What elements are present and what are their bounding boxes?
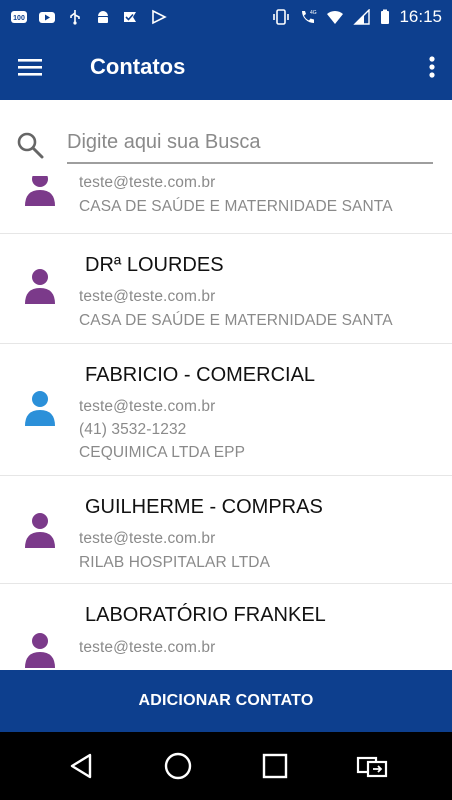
person-icon — [25, 513, 55, 548]
add-contact-button[interactable]: ADICIONAR CONTATO — [0, 670, 452, 732]
status-bar: 100 4G 16:15 — [0, 0, 452, 34]
status-left-icons: 100 — [10, 9, 168, 25]
contact-name: FABRICIO - COMERCIAL — [85, 364, 316, 386]
contact-company: CEQUIMICA LTDA EPP — [79, 444, 246, 461]
usb-icon — [70, 10, 80, 25]
contact-company: RILAB HOSPITALAR LTDA — [79, 554, 271, 571]
notification-100-icon: 100 — [11, 11, 27, 23]
more-vert-icon — [429, 56, 435, 78]
network-label: 4G — [310, 10, 317, 16]
play-store-icon — [152, 9, 167, 25]
system-nav-bar — [0, 732, 452, 800]
person-icon — [25, 269, 55, 304]
screen-switch-icon — [356, 756, 387, 778]
contact-email: teste@teste.com.br — [79, 288, 216, 305]
contact-item[interactable]: teste@teste.com.br CASA DE SAÚDE E MATER… — [0, 176, 452, 234]
contact-email: teste@teste.com.br — [79, 639, 216, 656]
call-icon: 4G — [302, 10, 317, 23]
home-button[interactable] — [156, 744, 200, 788]
recents-square-icon — [262, 753, 287, 779]
recents-button[interactable] — [253, 744, 297, 788]
check-flag-icon — [124, 12, 136, 22]
contact-name: DRª LOURDES — [85, 254, 224, 276]
hamburger-menu-icon — [18, 59, 42, 76]
person-icon — [25, 633, 55, 668]
contact-name: LABORATÓRIO FRANKEL — [85, 604, 326, 626]
search-input[interactable] — [67, 128, 433, 164]
contact-item[interactable]: FABRICIO - COMERCIAL teste@teste.com.br … — [0, 344, 452, 476]
contact-list[interactable]: teste@teste.com.br CASA DE SAÚDE E MATER… — [0, 176, 452, 670]
contact-email: teste@teste.com.br — [79, 398, 216, 415]
hamburger-menu-button[interactable] — [0, 34, 60, 100]
back-triangle-icon — [70, 753, 91, 779]
home-circle-icon — [164, 752, 191, 780]
screen-switch-button[interactable] — [350, 744, 394, 788]
vibrate-icon — [273, 9, 290, 25]
search-icon[interactable] — [16, 131, 44, 159]
contact-email: teste@teste.com.br — [79, 176, 216, 191]
overflow-menu-button[interactable] — [412, 34, 452, 100]
contact-item[interactable]: LABORATÓRIO FRANKEL teste@teste.com.br — [0, 584, 452, 670]
app-bar: Contatos — [0, 34, 452, 100]
contact-item[interactable]: GUILHERME - COMPRAS teste@teste.com.br R… — [0, 476, 452, 584]
contact-phone: (41) 3532-1232 — [79, 421, 187, 438]
contact-email: teste@teste.com.br — [79, 530, 216, 547]
contact-item[interactable]: DRª LOURDES teste@teste.com.br CASA DE S… — [0, 234, 452, 344]
android-icon — [98, 11, 108, 23]
contact-company: CASA DE SAÚDE E MATERNIDADE SANTA — [79, 312, 393, 329]
person-icon — [25, 176, 55, 206]
status-time: 16:15 — [399, 7, 442, 26]
back-button[interactable] — [59, 744, 103, 788]
person-icon — [25, 391, 55, 426]
battery-icon — [381, 9, 390, 24]
signal-icon — [353, 9, 371, 25]
contact-name: GUILHERME - COMPRAS — [85, 496, 323, 518]
page-title: Contatos — [90, 54, 186, 79]
search-bar — [0, 100, 452, 176]
status-right-icons: 4G 16:15 — [272, 7, 442, 27]
wifi-icon — [327, 10, 344, 24]
svg-text:100: 100 — [13, 15, 25, 22]
youtube-icon — [39, 12, 55, 23]
contact-company: CASA DE SAÚDE E MATERNIDADE SANTA — [79, 198, 393, 215]
